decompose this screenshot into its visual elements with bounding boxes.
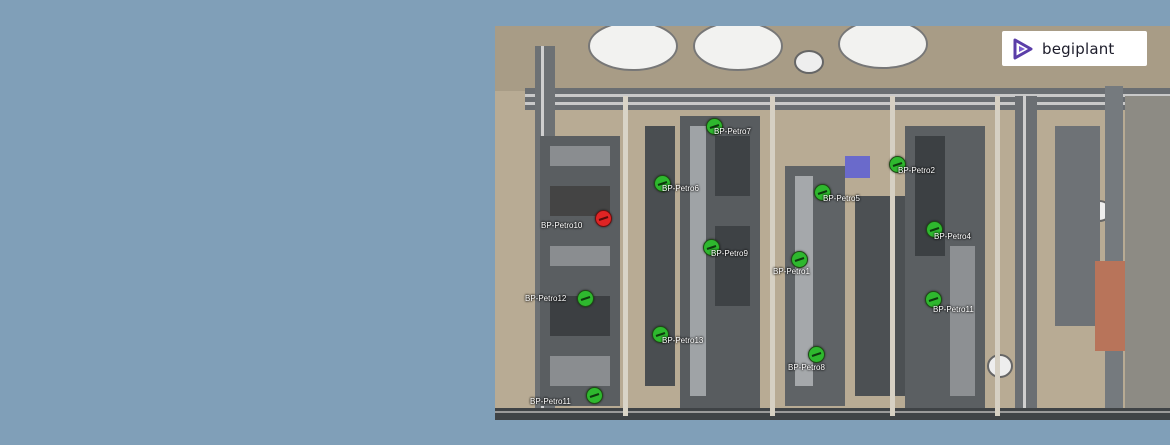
gauge-icon xyxy=(928,297,939,302)
begiplant-logo: begiplant xyxy=(1002,31,1147,66)
marker-label: BP-Petro5 xyxy=(823,194,860,203)
status-dot xyxy=(595,210,612,227)
sensor-marker[interactable]: BP-Petro4 xyxy=(926,221,971,241)
status-dot xyxy=(586,387,603,404)
marker-label: BP-Petro4 xyxy=(934,232,971,241)
sensor-marker[interactable]: BP-Petro1 xyxy=(773,251,810,276)
sensor-marker[interactable]: BP-Petro5 xyxy=(814,184,860,203)
marker-label: BP-Petro9 xyxy=(711,249,748,258)
sensor-marker[interactable]: BP-Petro11 xyxy=(925,291,974,314)
marker-label: BP-Petro11 xyxy=(530,397,571,406)
gauge-icon xyxy=(589,393,600,398)
play-triangle-logo-icon xyxy=(1013,38,1033,59)
sensor-marker[interactable]: BP-Petro6 xyxy=(654,175,699,193)
status-dot xyxy=(808,346,825,363)
marker-label: BP-Petro13 xyxy=(662,336,704,345)
status-dot xyxy=(791,251,808,268)
sensor-marker[interactable]: BP-Petro12 xyxy=(525,290,594,307)
sensor-marker[interactable]: BP-Petro10 xyxy=(541,210,612,230)
brand-name: begiplant xyxy=(1042,39,1115,58)
sensor-marker[interactable]: BP-Petro13 xyxy=(652,326,703,345)
gauge-icon xyxy=(580,296,591,301)
gauge-icon xyxy=(794,257,805,262)
sensor-marker[interactable]: BP-Petro11 xyxy=(530,387,603,406)
marker-label: BP-Petro2 xyxy=(898,166,935,175)
marker-label: BP-Petro8 xyxy=(788,363,825,372)
marker-label: BP-Petro11 xyxy=(933,305,974,314)
status-dot xyxy=(577,290,594,307)
sensor-marker[interactable]: BP-Petro2 xyxy=(889,156,935,175)
sensor-marker[interactable]: BP-Petro9 xyxy=(703,239,748,258)
plant-aerial-map[interactable]: begiplant BP-Petro7 BP-Petro2 BP-Petro6 … xyxy=(495,26,1170,420)
sensor-marker[interactable]: BP-Petro8 xyxy=(788,346,825,372)
marker-label: BP-Petro12 xyxy=(525,294,567,303)
marker-label: BP-Petro1 xyxy=(773,267,810,276)
marker-label: BP-Petro6 xyxy=(662,184,699,193)
sensor-marker[interactable]: BP-Petro7 xyxy=(706,118,751,136)
marker-label: BP-Petro10 xyxy=(541,221,583,230)
gauge-icon xyxy=(598,216,609,221)
gauge-icon xyxy=(811,352,822,357)
marker-label: BP-Petro7 xyxy=(714,127,751,136)
